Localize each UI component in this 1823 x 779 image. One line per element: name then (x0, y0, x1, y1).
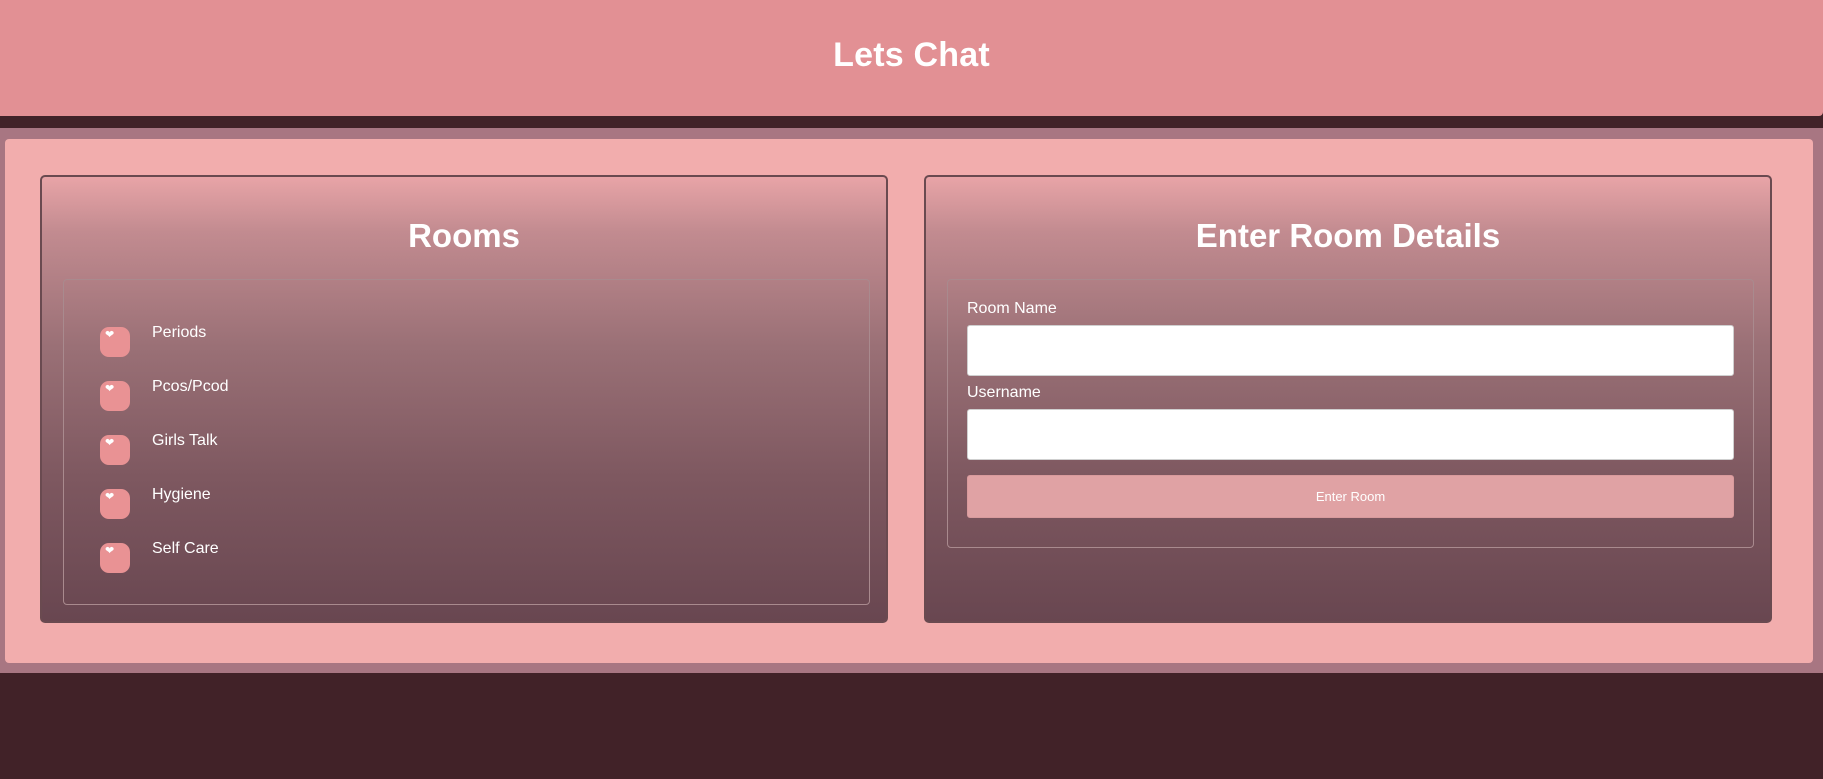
room-details-card: Enter Room Details Room Name Username En… (924, 175, 1772, 623)
username-input[interactable] (967, 409, 1734, 460)
rooms-card: Rooms ❤ Periods ❤ Pcos/Pcod ❤ Girls Talk (40, 175, 888, 623)
room-item-label: Hygiene (152, 486, 211, 503)
rooms-title: Rooms (408, 217, 520, 254)
app-header: Lets Chat (0, 0, 1823, 116)
room-details-title: Enter Room Details (1195, 217, 1501, 254)
heart-icon: ❤ (100, 381, 130, 411)
app-title: Lets Chat (833, 36, 990, 74)
room-name-label: Room Name (967, 300, 1057, 317)
heart-icon: ❤ (100, 543, 130, 573)
username-label: Username (967, 384, 1041, 401)
rooms-list-box: ❤ Periods ❤ Pcos/Pcod ❤ Girls Talk ❤ Hyg… (63, 279, 870, 605)
room-item-label: Self Care (152, 540, 219, 557)
heart-icon: ❤ (100, 489, 130, 519)
room-item-girls-talk[interactable]: ❤ Girls Talk (100, 432, 228, 486)
enter-room-button[interactable]: Enter Room (967, 475, 1734, 518)
room-item-pcos-pcod[interactable]: ❤ Pcos/Pcod (100, 378, 228, 432)
room-item-label: Periods (152, 324, 207, 341)
room-item-label: Pcos/Pcod (152, 378, 229, 395)
room-list: ❤ Periods ❤ Pcos/Pcod ❤ Girls Talk ❤ Hyg… (100, 324, 228, 594)
room-item-periods[interactable]: ❤ Periods (100, 324, 228, 378)
room-item-label: Girls Talk (152, 432, 218, 449)
room-item-self-care[interactable]: ❤ Self Care (100, 540, 228, 594)
room-name-input[interactable] (967, 325, 1734, 376)
heart-icon: ❤ (100, 435, 130, 465)
room-details-form: Room Name Username Enter Room (947, 279, 1754, 548)
main-panel: Rooms ❤ Periods ❤ Pcos/Pcod ❤ Girls Talk (5, 139, 1813, 663)
room-item-hygiene[interactable]: ❤ Hygiene (100, 486, 228, 540)
heart-icon: ❤ (100, 327, 130, 357)
main-wrapper: Rooms ❤ Periods ❤ Pcos/Pcod ❤ Girls Talk (0, 128, 1823, 673)
